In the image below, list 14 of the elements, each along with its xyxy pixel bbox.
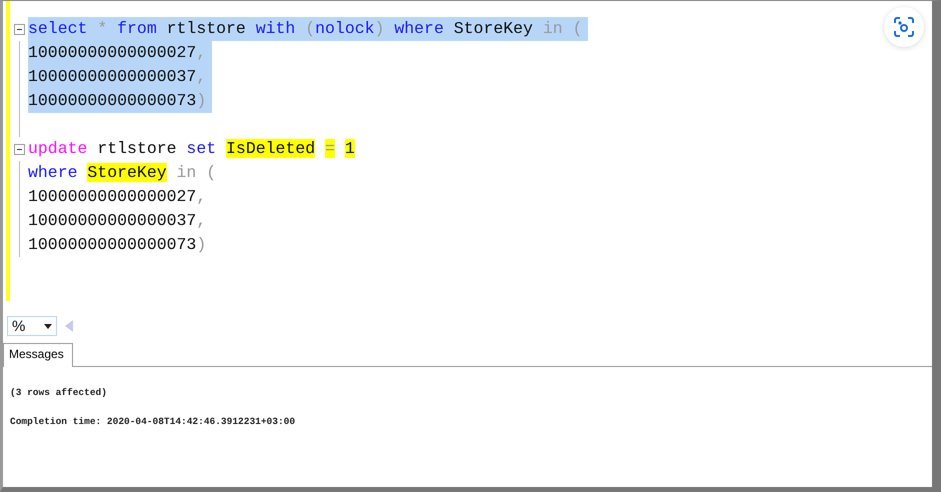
code-line: 10000000000000073) [28, 234, 208, 256]
zoom-dropdown[interactable]: % [7, 316, 57, 336]
collapse-icon[interactable] [14, 24, 24, 34]
code-line: where StoreKey in ( [28, 162, 218, 184]
code-line: update rtlstore set IsDeleted = 1 [28, 138, 356, 160]
message-text: Completion time: 2020-04-08T14:42:46.3912231+03:00 [10, 416, 296, 427]
visual-search-button[interactable] [884, 7, 924, 47]
message-text: (3 rows affected) [10, 387, 108, 398]
camera-scan-icon [894, 17, 914, 37]
messages-tab[interactable]: Messages [3, 343, 73, 367]
collapse-icon[interactable] [14, 144, 24, 154]
code-line: 10000000000000037, [28, 210, 208, 232]
code-line: 10000000000000027, [28, 186, 208, 208]
caret-icon [44, 324, 52, 328]
